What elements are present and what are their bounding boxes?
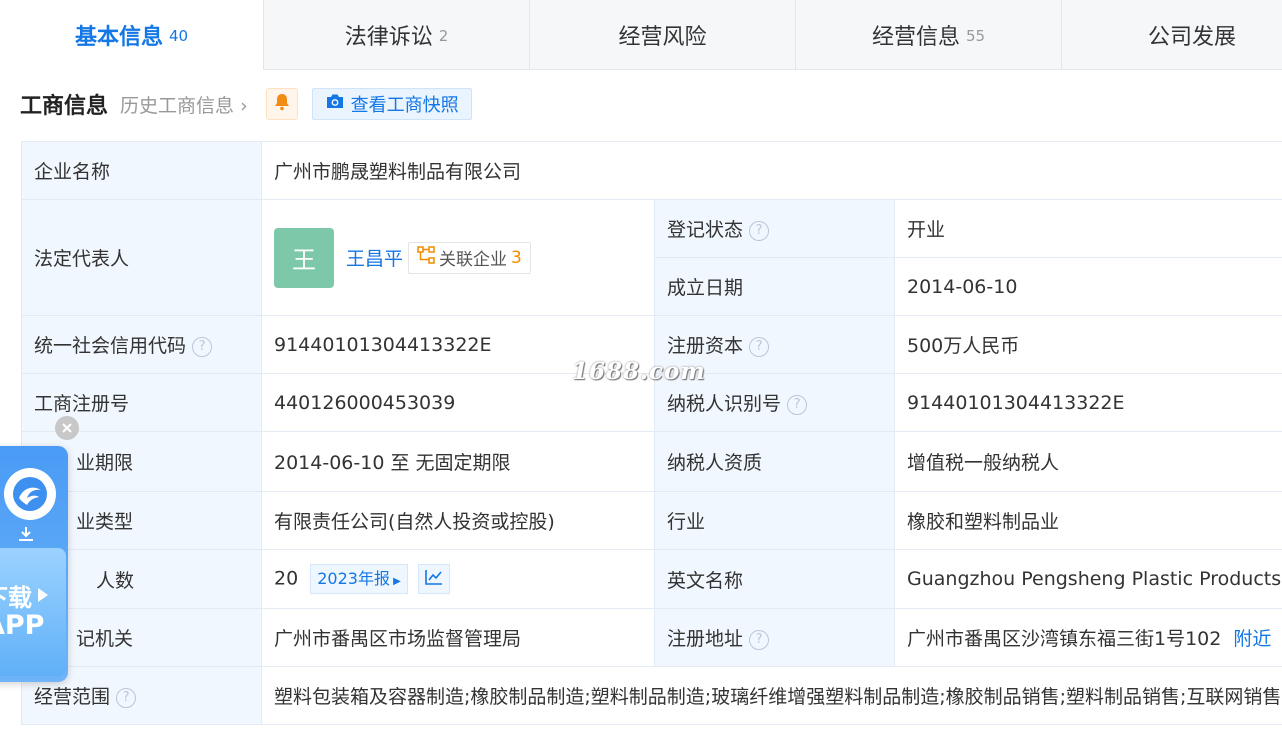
table-row: 记机关 广州市番禺区市场监督管理局 注册地址? 广州市番禺区沙湾镇东福三街1号1… <box>21 608 1282 667</box>
tab-label: 基本信息 <box>74 25 163 50</box>
caret-right-icon: ▶ <box>389 576 401 587</box>
history-link-label: 历史工商信息 <box>120 94 235 117</box>
question-circle-icon[interactable]: ? <box>749 336 770 357</box>
snapshot-label: 查看工商快照 <box>350 95 459 116</box>
section-title: 工商信息 <box>20 94 109 119</box>
question-circle-icon[interactable]: ? <box>749 629 770 650</box>
type-value: 有限责任公司(自然人投资或控股) <box>261 491 655 550</box>
related-companies-button[interactable]: 关联企业 3 <box>408 241 531 274</box>
nearby-companies-link[interactable]: 附近 <box>1233 628 1271 650</box>
address-cell: 广州市番禺区沙湾镇东福三街1号102 附近 <box>894 608 1282 667</box>
en-name-value: Guangzhou Pengsheng Plastic Products Co.… <box>894 549 1282 609</box>
tab-label: 法律诉讼 <box>344 25 433 50</box>
scope-value: 塑料包装箱及容器制造;橡胶制品制造;塑料制品制造;玻璃纤维增强塑料制品制造;橡胶… <box>261 666 1282 725</box>
question-circle-icon[interactable]: ? <box>787 394 808 415</box>
bell-icon <box>274 93 290 115</box>
annual-report-button[interactable]: 2023年报 ▶ <box>310 564 408 594</box>
app-logo-icon <box>4 468 56 520</box>
close-icon <box>61 419 73 438</box>
est-date-label: 成立日期 <box>654 257 895 316</box>
tab-count: 55 <box>965 27 986 45</box>
app-text: APP <box>0 610 45 641</box>
tab-business-risk[interactable]: 经营风险 <box>530 0 796 70</box>
avatar[interactable]: 王 <box>274 227 334 288</box>
float-close-button[interactable] <box>55 416 79 440</box>
tab-count: 2 <box>438 27 449 45</box>
taxpayer-id-label: 纳税人识别号 <box>667 393 782 415</box>
table-row: 法定代表人 王 王昌平 关联企业 3 登记状态? 开业 <box>21 199 1282 316</box>
top-tab-bar: 基本信息 40 法律诉讼 2 经营风险 经营信息 55 公司发展 <box>0 0 1282 70</box>
table-row: 业类型 有限责任公司(自然人投资或控股) 行业 橡胶和塑料制品业 <box>21 491 1282 550</box>
table-row: 经营范围? 塑料包装箱及容器制造;橡胶制品制造;塑料制品制造;玻璃纤维增强塑料制… <box>21 666 1282 725</box>
table-row: 企业名称 广州市鹏晟塑料制品有限公司 <box>21 141 1282 200</box>
company-name-label: 企业名称 <box>21 141 262 200</box>
tab-basic-info[interactable]: 基本信息 40 <box>0 0 264 70</box>
en-name-label: 英文名称 <box>654 549 895 609</box>
download-app-widget[interactable]: 下载 APP <box>0 446 68 682</box>
tab-company-development[interactable]: 公司发展 <box>1062 0 1282 70</box>
address-label-cell: 注册地址? <box>654 608 895 667</box>
legal-rep-name-link[interactable]: 王昌平 <box>346 244 403 271</box>
chevron-right-icon: › <box>234 94 248 117</box>
camera-icon <box>325 93 345 115</box>
question-circle-icon[interactable]: ? <box>192 336 213 357</box>
est-date-value: 2014-06-10 <box>894 257 1282 316</box>
insured-value: 20 <box>274 567 299 590</box>
download-icon <box>16 526 36 546</box>
scope-label: 经营范围 <box>34 686 111 708</box>
trend-chart-button[interactable] <box>417 564 450 594</box>
term-value: 2014-06-10 至 无固定期限 <box>261 431 655 492</box>
tab-legal-litigation[interactable]: 法律诉讼 2 <box>264 0 530 70</box>
reg-status-label-cell: 登记状态? <box>654 199 895 258</box>
follow-bell-button[interactable] <box>265 88 298 120</box>
question-circle-icon[interactable]: ? <box>116 687 137 708</box>
tab-business-info[interactable]: 经营信息 55 <box>796 0 1062 70</box>
download-text: 下载 <box>0 584 32 612</box>
reg-capital-label: 注册资本 <box>667 335 744 357</box>
legal-rep-label: 法定代表人 <box>21 199 262 316</box>
line-chart-icon <box>425 568 443 590</box>
reg-status-label: 登记状态 <box>667 219 744 241</box>
tax-qual-value: 增值税一般纳税人 <box>894 431 1282 492</box>
related-label: 关联企业 <box>439 250 508 270</box>
business-info-table: 企业名称 广州市鹏晟塑料制品有限公司 法定代表人 王 王昌平 关联企业 3 登记… <box>21 141 1282 725</box>
insured-cell: 20 2023年报 ▶ <box>261 549 655 609</box>
credit-code-label-cell: 统一社会信用代码? <box>21 315 262 374</box>
report-label: 2023年报 <box>317 569 390 588</box>
history-info-link[interactable]: 历史工商信息 › <box>120 91 248 118</box>
tab-label: 经营信息 <box>871 25 960 50</box>
legal-rep-cell: 王 王昌平 关联企业 3 <box>261 199 655 316</box>
tax-qual-label: 纳税人资质 <box>654 431 895 492</box>
play-icon <box>38 588 48 602</box>
tab-count: 40 <box>168 27 189 45</box>
table-row: 业期限 2014-06-10 至 无固定期限 纳税人资质 增值税一般纳税人 <box>21 431 1282 492</box>
authority-value: 广州市番禺区市场监督管理局 <box>261 608 655 667</box>
question-circle-icon[interactable]: ? <box>749 220 770 241</box>
taxpayer-id-value: 91440101304413322E <box>894 373 1282 432</box>
tab-label: 公司发展 <box>1148 25 1237 50</box>
reg-status-value: 开业 <box>894 199 1282 258</box>
industry-label: 行业 <box>654 491 895 550</box>
address-value: 广州市番禺区沙湾镇东福三街1号102 <box>907 628 1222 650</box>
credit-code-label: 统一社会信用代码 <box>34 335 187 357</box>
tab-label: 经营风险 <box>618 25 707 50</box>
watermark: 1688.com <box>572 358 706 385</box>
address-label: 注册地址 <box>667 628 744 650</box>
view-snapshot-button[interactable]: 查看工商快照 <box>311 88 472 120</box>
section-header: 工商信息 历史工商信息 › 查看工商快照 <box>20 86 472 122</box>
industry-value: 橡胶和塑料制品业 <box>894 491 1282 550</box>
company-name-value: 广州市鹏晟塑料制品有限公司 <box>261 141 1282 200</box>
network-icon <box>417 246 435 269</box>
download-card: 下载 APP <box>0 548 66 676</box>
table-row: 人数 20 2023年报 ▶ 英文名称 Guangzhou Pengsheng … <box>21 549 1282 609</box>
related-count: 3 <box>511 247 522 268</box>
reg-capital-value: 500万人民币 <box>894 315 1282 374</box>
